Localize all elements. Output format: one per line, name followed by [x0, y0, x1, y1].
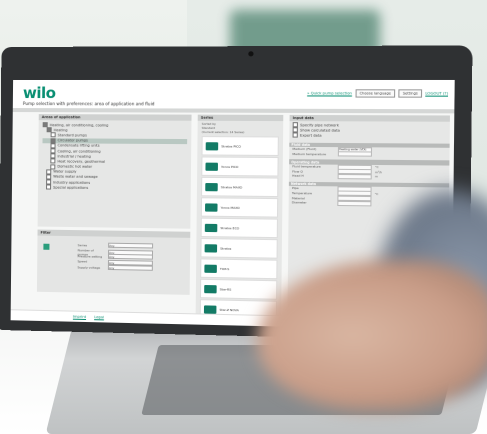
application-item-label: Heating, air conditioning, cooling [49, 122, 109, 128]
application-item-label: Water supply [53, 169, 77, 174]
footer-link-imprint[interactable]: Imprint [73, 315, 86, 319]
input-option-label: Specify pipe network [300, 122, 339, 128]
application-item-label: Industry applications [53, 180, 91, 185]
pump-card[interactable]: Stratos [200, 238, 278, 259]
pump-name: Yonos MAXO [220, 205, 240, 210]
pump-name: Stratos GIGA [219, 327, 240, 331]
header-divider [12, 108, 455, 114]
filter-icon [43, 243, 50, 250]
application-item-label: Heat recovery, geothermal [57, 159, 106, 164]
photo-scene: wilo Pump selection with preferences: ar… [0, 0, 487, 434]
input-label: Medium (Fluid) [292, 147, 317, 152]
input-unit: °C [374, 191, 379, 197]
pump-name: Stratos ECO [220, 225, 240, 230]
pump-card[interactable]: Stratos PICO [201, 136, 279, 156]
filter-label: Speed [77, 259, 88, 264]
application-item-label: Special applications [53, 185, 89, 190]
pump-card[interactable]: Yonos MAXO [200, 197, 279, 218]
input-option-label: Expert data [299, 133, 322, 138]
input-option-label: Show calculated data [299, 128, 340, 133]
pump-image-icon [204, 284, 217, 293]
input-unit: m [374, 174, 378, 179]
settings-button[interactable]: Settings [398, 89, 423, 98]
input-field[interactable] [337, 151, 373, 158]
quick-selection-link[interactable]: » Quick pump selection [307, 91, 352, 95]
pump-name: Star-RS [219, 286, 232, 292]
application-item-label: Heating [53, 128, 68, 133]
filter-panel-title: Filter [37, 229, 191, 238]
page-subtitle: Pump selection with preferences: area of… [22, 101, 155, 107]
application-item-label: Cooling, air conditioning [57, 148, 101, 154]
pump-image-icon [204, 264, 217, 273]
filter-row: Supply voltage Any [77, 264, 153, 271]
pump-list: Stratos PICO Yonos PICO Stratos MAXO Yonos … [195, 136, 283, 331]
filter-label: Pressure setting [77, 253, 103, 259]
application-checkbox[interactable] [46, 184, 52, 190]
series-panel: Series Sorted by Standard (Current selec… [195, 114, 284, 331]
filter-label: Series [77, 242, 88, 247]
application-item[interactable]: Special applications [42, 184, 187, 192]
pump-image-icon [205, 202, 218, 212]
application-item-label: Industrial / heating [57, 154, 91, 159]
pump-name: Stratos MAXO [220, 184, 243, 189]
pump-image-icon [205, 141, 219, 150]
input-row: Head H m [289, 173, 449, 180]
filter-label: Supply voltage [77, 264, 101, 270]
application-item-label: Domestic hot water [57, 164, 93, 169]
pump-card[interactable]: Stratos ECO [200, 217, 278, 239]
input-field[interactable] [337, 173, 372, 180]
app-header: wilo Pump selection with preferences: ar… [12, 79, 455, 110]
input-label: Head H [292, 173, 304, 179]
filter-select[interactable]: Any [107, 264, 153, 271]
pump-image-icon [205, 162, 218, 171]
pump-name: TOP-S [219, 266, 230, 271]
application-item-label: Standard pumps [57, 133, 87, 138]
pump-card[interactable]: TOP-S [200, 258, 278, 280]
logout-link[interactable]: LOGOUT (?) [425, 91, 448, 95]
input-unit: m³/h [374, 169, 383, 174]
input-label: Diameter [291, 200, 307, 205]
input-field[interactable] [337, 200, 372, 206]
input-option[interactable]: Expert data [292, 132, 447, 139]
input-unit: °C [375, 165, 379, 170]
application-item-label: Waste water and sewage [53, 174, 98, 180]
webcam-icon [248, 51, 254, 57]
wilo-logo: wilo [22, 84, 56, 103]
pump-name: Stratos PICO [221, 143, 241, 149]
pump-card[interactable]: Yonos PICO [201, 156, 279, 177]
filter-panel: Filter Series Any Number of pumps Any Pressu… [36, 229, 191, 295]
pump-image-icon [205, 182, 218, 191]
pump-card[interactable]: Star-RS [199, 278, 278, 300]
pump-image-icon [204, 243, 218, 253]
application-tree: Heating, air conditioning, cooling Heatin… [38, 120, 192, 193]
input-option-checkbox[interactable] [292, 132, 298, 139]
pump-image-icon [203, 304, 217, 314]
language-select[interactable]: Choose language [355, 89, 396, 98]
header-controls: » Quick pump selection Choose language S… [307, 89, 448, 98]
application-item-label: Condensate lifting units [57, 143, 100, 148]
pump-name: Yonos PICO [221, 164, 239, 169]
input-label: Medium temperature [292, 151, 327, 157]
application-panel: Areas of application Heating, air condit… [37, 114, 192, 229]
footer-link-legal[interactable]: Legal [94, 315, 104, 319]
input-row: Medium temperature [289, 151, 449, 158]
pump-image-icon [203, 325, 217, 331]
application-item-label: Circulator pumps [57, 138, 88, 143]
series-count: (Current selection: 14 Series) [201, 129, 245, 135]
pump-name: Star-Z NOVA [219, 307, 239, 312]
pump-name: Stratos [220, 245, 232, 251]
pump-card[interactable]: Stratos MAXO [201, 176, 279, 198]
pump-image-icon [204, 223, 218, 232]
